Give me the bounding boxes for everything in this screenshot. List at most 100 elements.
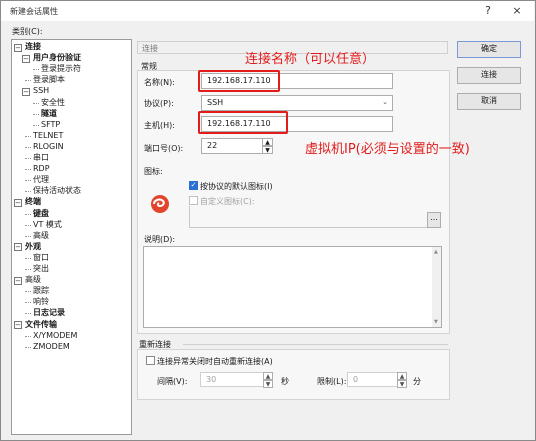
reconnect-checkbox[interactable] <box>146 356 155 365</box>
limit-label: 限制(L): <box>317 377 347 386</box>
tree-connector <box>25 158 31 159</box>
tree-item[interactable]: 隧道 <box>41 109 57 119</box>
limit-up-arrow-icon[interactable]: ▲ <box>397 372 407 380</box>
port-down-arrow-icon[interactable]: ▼ <box>262 146 273 154</box>
category-label: 类别(C): <box>12 27 43 36</box>
tree-connector <box>25 135 31 137</box>
tree-item[interactable]: 高级 <box>33 231 49 241</box>
tree-item[interactable]: 连接 <box>25 42 41 52</box>
tree-item[interactable]: SFTP <box>41 120 60 130</box>
tree-item[interactable]: 响铃 <box>33 297 49 307</box>
protocol-select[interactable]: SSH ⌄ <box>201 95 393 111</box>
interval-input[interactable]: 30 <box>200 372 272 387</box>
scroll-up-icon[interactable]: ▲ <box>434 249 438 255</box>
host-highlight-box <box>198 111 288 134</box>
description-textarea[interactable]: ▲ ▼ <box>143 246 442 328</box>
host-annotation: 虚拟机IP(必须与设置的一致) <box>305 142 470 157</box>
tree-item[interactable]: 高级 <box>25 275 41 285</box>
tree-item[interactable]: TELNET <box>33 131 63 141</box>
tree-item[interactable]: 保持活动状态 <box>33 186 81 196</box>
tree-connector <box>25 269 31 270</box>
tree-item[interactable]: 安全性 <box>41 98 65 108</box>
tree-expander-icon[interactable]: − <box>22 87 30 96</box>
tree-connector <box>25 235 31 237</box>
interval-unit: 秒 <box>281 377 289 386</box>
tree-item[interactable]: SSH <box>33 86 49 96</box>
tree-item[interactable]: 登录脚本 <box>33 75 65 85</box>
tree-connector <box>33 124 39 126</box>
tree-connector <box>25 80 31 82</box>
port-label: 端口号(O): <box>144 144 184 153</box>
name-annotation: 连接名称（可以任意） <box>245 52 376 67</box>
tree-connector <box>25 335 31 337</box>
title-bar: 新建会话属性 ? × <box>1 1 534 21</box>
tree-connector <box>25 224 31 226</box>
tree-connector <box>33 113 39 115</box>
default-icon-checkbox[interactable]: ✓ <box>189 181 198 190</box>
tree-item[interactable]: 窗口 <box>33 253 49 263</box>
protocol-value: SSH <box>207 98 224 107</box>
custom-icon-path-field[interactable] <box>189 206 428 228</box>
tree-expander-icon[interactable]: − <box>22 54 30 63</box>
description-scrollbar[interactable]: ▲ ▼ <box>432 247 441 327</box>
tree-connector <box>25 191 31 193</box>
interval-down-arrow-icon[interactable]: ▼ <box>263 380 273 388</box>
chevron-down-icon: ⌄ <box>382 98 388 106</box>
tree-connector <box>25 213 31 215</box>
close-button[interactable]: × <box>504 3 530 19</box>
tree-item[interactable]: 登录提示符 <box>41 64 81 74</box>
help-button[interactable]: ? <box>475 3 501 19</box>
tree-expander-icon[interactable]: − <box>14 321 22 329</box>
tree-item[interactable]: 键盘 <box>33 209 49 219</box>
tree-expander-icon[interactable]: − <box>14 243 22 252</box>
tree-item[interactable]: RDP <box>33 164 50 174</box>
tree-item[interactable]: ZMODEM <box>33 342 70 352</box>
tree-connector <box>25 257 31 259</box>
cancel-button[interactable]: 取消 <box>457 93 521 110</box>
tree-item[interactable]: 外观 <box>25 242 41 252</box>
interval-up-arrow-icon[interactable]: ▲ <box>263 372 273 380</box>
window-title: 新建会话属性 <box>10 7 58 16</box>
reconnect-separator <box>183 344 448 345</box>
tree-connector <box>33 69 39 71</box>
name-highlight-box <box>198 70 280 92</box>
tree-connector <box>25 146 31 148</box>
tree-item[interactable]: 终端 <box>25 197 41 207</box>
protocol-label: 协议(P): <box>144 99 174 108</box>
limit-unit: 分 <box>413 377 421 386</box>
description-label: 说明(D): <box>144 235 176 244</box>
tree-item[interactable]: 代理 <box>33 175 49 185</box>
ok-button[interactable]: 确定 <box>457 41 521 58</box>
tree-item[interactable]: RLOGIN <box>33 142 64 152</box>
limit-down-arrow-icon[interactable]: ▼ <box>397 380 407 388</box>
tree-item[interactable]: VT 模式 <box>33 220 62 230</box>
tree-connector <box>25 346 31 348</box>
tree-connector <box>25 169 31 171</box>
tree-item[interactable]: 突出 <box>33 264 49 274</box>
reconnect-checkbox-label: 连接异常关闭时自动重新连接(A) <box>157 357 273 366</box>
tree-item[interactable]: 文件传输 <box>25 320 57 330</box>
tree-item[interactable]: 串口 <box>33 153 49 163</box>
tree-item[interactable]: 跟踪 <box>33 286 49 296</box>
name-label: 名称(N): <box>144 78 175 87</box>
tree-connector <box>25 291 31 293</box>
icon-label: 图标: <box>144 167 163 176</box>
tree-expander-icon[interactable]: − <box>14 43 22 52</box>
tree-expander-icon[interactable]: − <box>14 198 22 207</box>
tree-expander-icon[interactable]: − <box>14 276 22 285</box>
tree-item[interactable]: X/YMODEM <box>33 331 77 341</box>
browse-icon-button[interactable]: ... <box>427 212 441 228</box>
session-logo-icon <box>148 193 172 215</box>
tree-item[interactable]: 日志记录 <box>33 308 65 318</box>
tree-connector <box>25 313 31 315</box>
interval-label: 间隔(V): <box>157 377 188 386</box>
tree-connector <box>25 180 31 182</box>
connect-button[interactable]: 连接 <box>457 67 521 84</box>
host-label: 主机(H): <box>144 121 175 130</box>
category-tree[interactable]: − 连接 − 用户身份验证 登录提示符 登录脚本 − SSH 安全性 隧道 SFTP TELNET RL… <box>11 39 132 435</box>
default-icon-label: 按协议的默认图标(I) <box>200 182 273 191</box>
custom-icon-checkbox[interactable] <box>189 196 198 205</box>
scroll-down-icon[interactable]: ▼ <box>434 319 438 325</box>
port-up-arrow-icon[interactable]: ▲ <box>262 138 273 146</box>
tree-item[interactable]: 用户身份验证 <box>33 53 81 63</box>
